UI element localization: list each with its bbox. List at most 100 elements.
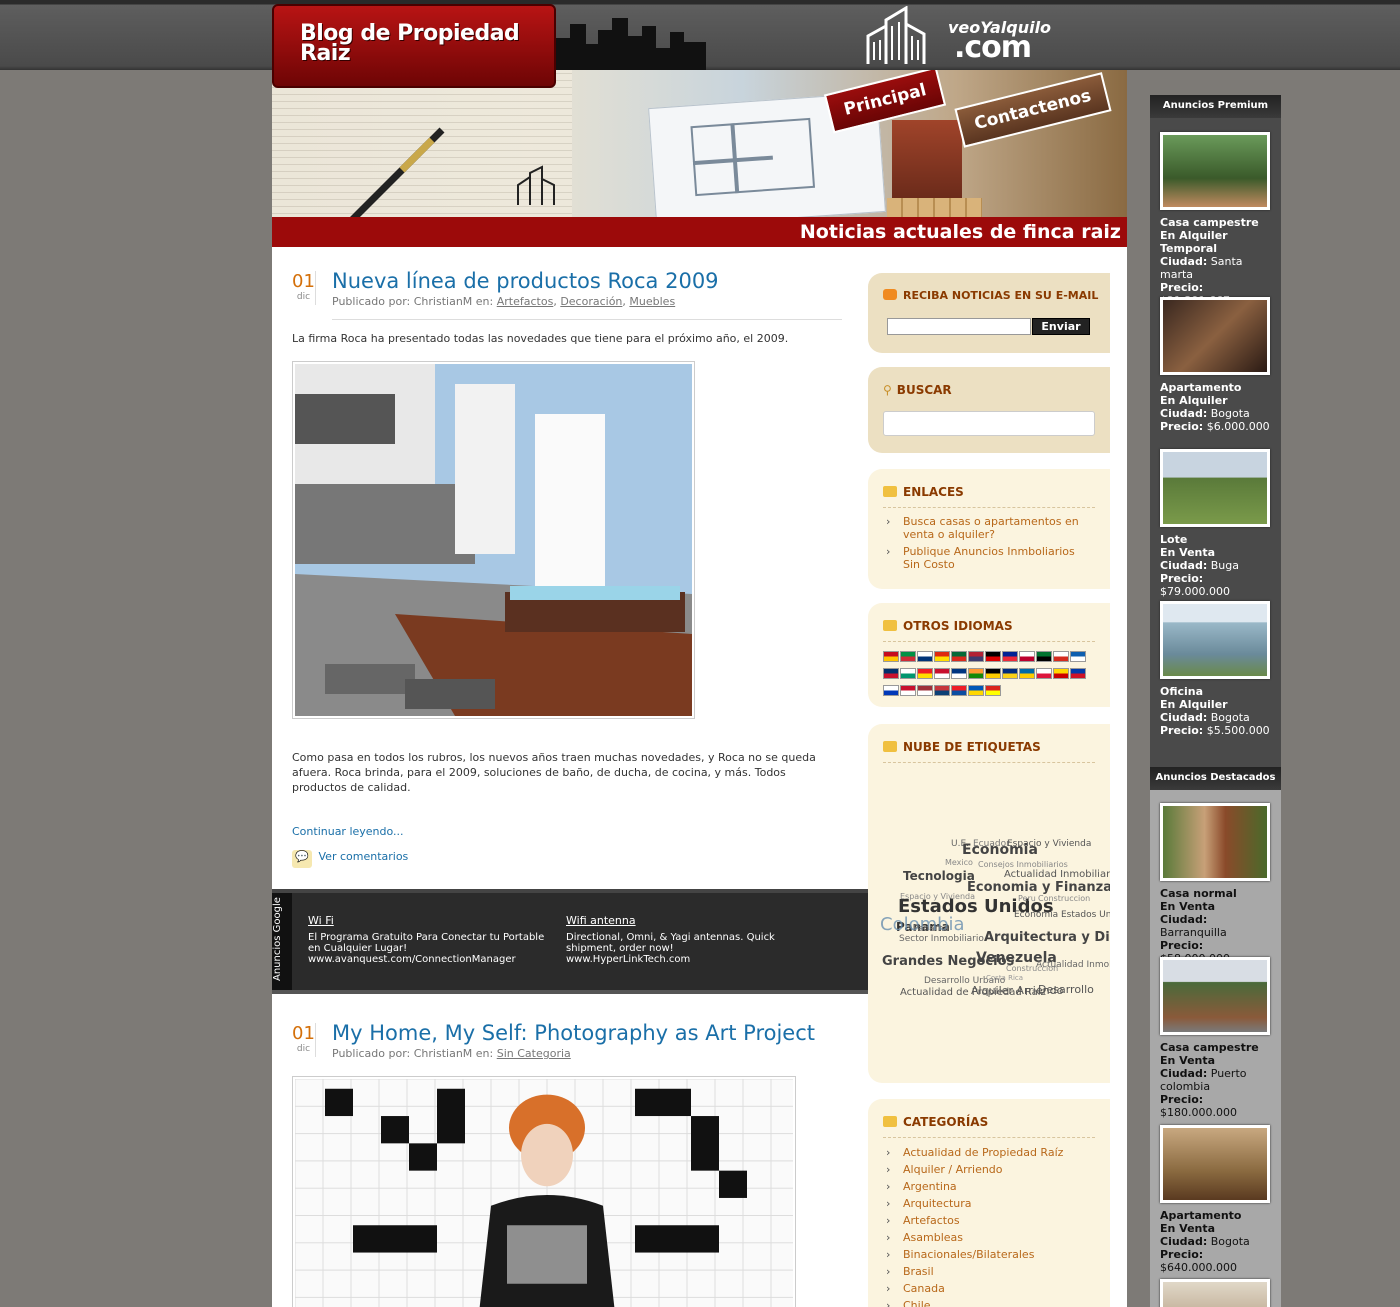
language-flag-icon[interactable]: [968, 651, 984, 662]
category-link[interactable]: Sin Categoria: [497, 1047, 571, 1060]
listing-card[interactable]: Apartamento En Venta Ciudad: Bogota Prec…: [1160, 1125, 1275, 1274]
tag-link[interactable]: Peru: [1018, 894, 1036, 903]
language-flag-icon[interactable]: [1036, 651, 1052, 662]
language-flag-icon[interactable]: [1002, 651, 1018, 662]
language-flag-icon[interactable]: [900, 685, 916, 696]
ad-title[interactable]: Wi Fi: [308, 915, 548, 926]
sidebar-link[interactable]: Busca casas o apartamentos en venta o al…: [883, 515, 1093, 541]
tag-link[interactable]: Sector Inmobiliario: [899, 934, 984, 944]
category-link[interactable]: Decoración: [560, 295, 622, 308]
language-flag-icon[interactable]: [985, 685, 1001, 696]
language-flag-icon[interactable]: [1036, 668, 1052, 679]
listing-card[interactable]: Lote En Venta Ciudad: Buga Precio: $79.0…: [1160, 449, 1275, 598]
post-image[interactable]: [292, 1076, 796, 1307]
language-flag-icon[interactable]: [968, 668, 984, 679]
listing-thumbnail[interactable]: [1160, 957, 1270, 1035]
listing-thumbnail[interactable]: [1160, 1125, 1270, 1203]
language-flag-icon[interactable]: [1019, 651, 1035, 662]
listing-card[interactable]: Oficina En Alquiler Ciudad: Bogota Preci…: [1160, 601, 1275, 737]
tag-link[interactable]: Economia y Finanzas: [967, 880, 1110, 895]
category-item[interactable]: Canada: [883, 1280, 1093, 1297]
language-flag-icon[interactable]: [951, 651, 967, 662]
tag-link[interactable]: Construccion: [1006, 964, 1058, 973]
search-input[interactable]: [883, 411, 1095, 436]
read-more-link[interactable]: Continuar leyendo...: [292, 825, 404, 838]
language-flag-icon[interactable]: [968, 685, 984, 696]
category-link[interactable]: Artefactos: [497, 295, 554, 308]
listing-thumbnail[interactable]: [1160, 601, 1270, 679]
category-item[interactable]: Actualidad de Propiedad Raíz: [883, 1144, 1093, 1161]
category-link[interactable]: Muebles: [629, 295, 675, 308]
language-flag-icon[interactable]: [985, 668, 1001, 679]
language-flag-icon[interactable]: [883, 651, 899, 662]
ad-url[interactable]: www.HyperLinkTech.com: [566, 954, 690, 965]
language-flag-icon[interactable]: [883, 685, 899, 696]
language-flag-icon[interactable]: [883, 668, 899, 679]
tag-link[interactable]: Actualidad de Propiedad Raiz: [900, 987, 1046, 998]
post-title[interactable]: Nueva línea de productos Roca 2009: [332, 269, 719, 293]
blog-logo[interactable]: Blog de Propiedad Raiz: [272, 4, 556, 88]
email-submit-button[interactable]: Enviar: [1032, 318, 1090, 335]
language-flag-icon[interactable]: [1002, 668, 1018, 679]
language-flag-icon[interactable]: [951, 685, 967, 696]
language-flag-icon[interactable]: [934, 685, 950, 696]
comments-label[interactable]: Ver comentarios: [319, 850, 409, 863]
post-image[interactable]: [292, 361, 695, 719]
tag-link[interactable]: Consejos Inmobiliarios: [978, 860, 1068, 869]
listing-card[interactable]: Apartamento En Alquiler Ciudad: Bogota P…: [1160, 297, 1275, 433]
sidebar-link[interactable]: Publique Anuncios Inmboliarios Sin Costo: [883, 545, 1093, 571]
site-logo[interactable]: veoYalquilo .com: [862, 5, 1072, 68]
tag-link[interactable]: Panama: [913, 924, 949, 934]
tag-link[interactable]: Desarrollo: [1038, 983, 1094, 996]
language-flag-icon[interactable]: [900, 668, 916, 679]
tag-link[interactable]: Costa Rica: [986, 974, 1023, 982]
category-item[interactable]: Binacionales/Bilaterales: [883, 1246, 1093, 1263]
tag-link[interactable]: Mexico: [945, 858, 973, 867]
category-item[interactable]: Artefactos: [883, 1212, 1093, 1229]
language-flag-icon[interactable]: [1053, 668, 1069, 679]
tag-link[interactable]: Tecnologia: [903, 869, 975, 883]
category-item[interactable]: Alquiler / Arriendo: [883, 1161, 1093, 1178]
listing-thumbnail[interactable]: [1160, 297, 1270, 375]
listing-thumbnail[interactable]: [1160, 132, 1270, 210]
nav-contacto[interactable]: Contactenos: [954, 72, 1112, 148]
language-flag-icon[interactable]: [917, 651, 933, 662]
tag-link[interactable]: Actualidad Inmobiliar: [1004, 869, 1110, 880]
listing-card[interactable]: Casa campestre En Alquiler Temporal Ciud…: [1160, 132, 1275, 307]
ad-item[interactable]: Wi Fi El Programa Gratuito Para Conectar…: [308, 915, 548, 965]
language-flag-icon[interactable]: [1019, 668, 1035, 679]
post-title[interactable]: My Home, My Self: Photography as Art Pro…: [332, 1021, 815, 1045]
tag-link[interactable]: Construccion: [1038, 894, 1090, 903]
listing-type: Lote: [1160, 533, 1188, 546]
language-flag-icon[interactable]: [917, 668, 933, 679]
language-flag-icon[interactable]: [1053, 651, 1069, 662]
tag-link[interactable]: Economia: [962, 842, 1038, 858]
language-flag-icon[interactable]: [985, 651, 1001, 662]
post-intro: La firma Roca ha presentado todas las no…: [292, 332, 789, 345]
category-item[interactable]: Asambleas: [883, 1229, 1093, 1246]
ad-url[interactable]: www.avanquest.com/ConnectionManager: [308, 954, 516, 965]
language-flag-icon[interactable]: [934, 651, 950, 662]
language-flag-icon[interactable]: [1070, 651, 1086, 662]
listing-card[interactable]: Casa normal En Venta Ciudad: Barranquill…: [1160, 803, 1275, 965]
email-input[interactable]: [887, 318, 1031, 335]
tag-link[interactable]: Arquitectura y Di: [984, 930, 1110, 945]
ad-title[interactable]: Wifi antenna: [566, 915, 826, 926]
tag-link[interactable]: Economia Estados Un: [1014, 910, 1110, 920]
category-item[interactable]: Argentina: [883, 1178, 1093, 1195]
listing-card[interactable]: [1160, 1279, 1275, 1307]
listing-thumbnail[interactable]: [1160, 1279, 1270, 1307]
listing-thumbnail[interactable]: [1160, 803, 1270, 881]
language-flag-icon[interactable]: [934, 668, 950, 679]
listing-thumbnail[interactable]: [1160, 449, 1270, 527]
language-flag-icon[interactable]: [1070, 668, 1086, 679]
category-item[interactable]: Chile: [883, 1297, 1093, 1307]
listing-card[interactable]: Casa campestre En Venta Ciudad: Puerto c…: [1160, 957, 1275, 1119]
language-flag-icon[interactable]: [917, 685, 933, 696]
comments-link[interactable]: 💬 Ver comentarios: [292, 850, 408, 868]
category-item[interactable]: Arquitectura: [883, 1195, 1093, 1212]
ad-item[interactable]: Wifi antenna Directional, Omni, & Yagi a…: [566, 915, 826, 965]
language-flag-icon[interactable]: [951, 668, 967, 679]
category-item[interactable]: Brasil: [883, 1263, 1093, 1280]
language-flag-icon[interactable]: [900, 651, 916, 662]
